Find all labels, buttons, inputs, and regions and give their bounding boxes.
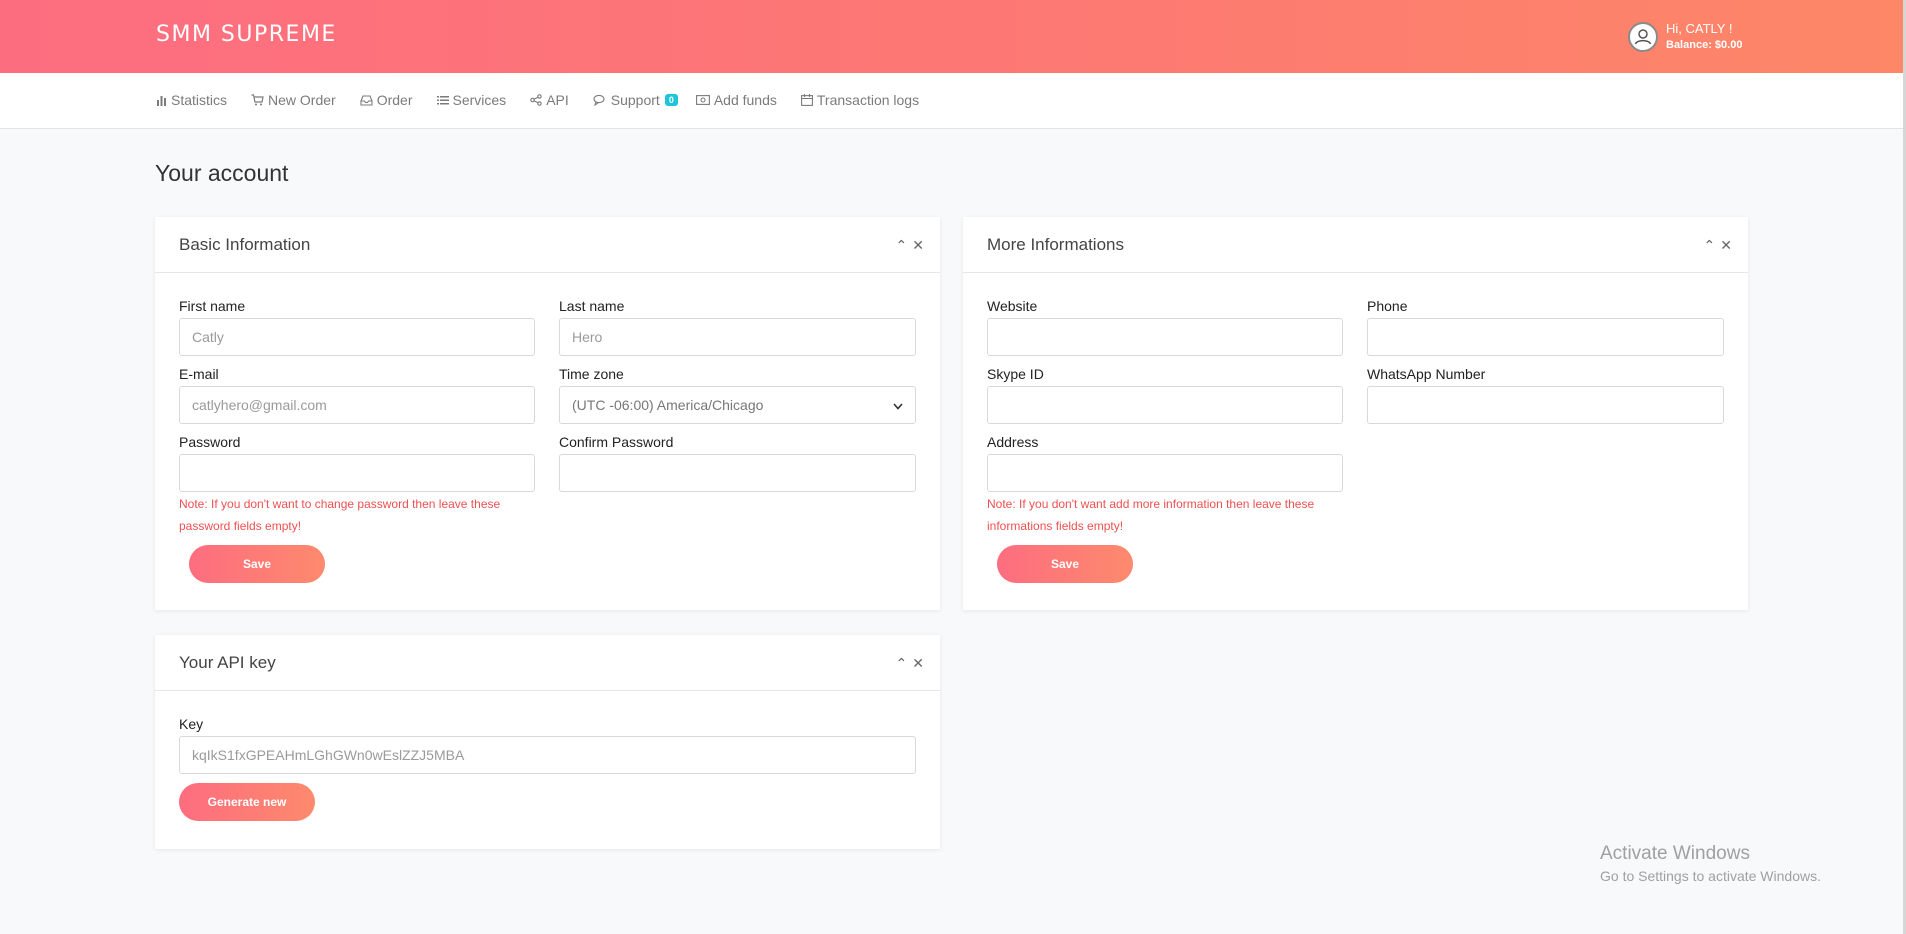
card-header: Your API key ⌃ ✕ bbox=[155, 635, 940, 691]
nav-item-add-funds[interactable]: Add funds bbox=[695, 92, 777, 108]
api-key-input[interactable]: kqIkS1fxGPEAHmLGhGWn0wEslZZJ5MBA bbox=[179, 736, 916, 774]
windows-activation-watermark: Activate Windows Go to Settings to activ… bbox=[1600, 843, 1821, 884]
more-info-note: Note: If you don't want add more informa… bbox=[987, 493, 1314, 537]
note-line: Note: If you don't want to change passwo… bbox=[179, 497, 501, 511]
last-name-label: Last name bbox=[559, 298, 625, 314]
support-badge: 0 bbox=[664, 94, 678, 106]
card-header: Basic Information ⌃ ✕ bbox=[155, 217, 940, 273]
last-name-input[interactable]: Hero bbox=[559, 318, 916, 356]
top-header: SMM SUPREME Hi, CATLY ! Balance: $0.00 bbox=[0, 0, 1903, 73]
close-icon[interactable]: ✕ bbox=[1720, 238, 1732, 252]
inbox-icon bbox=[360, 94, 373, 106]
nav-label: Transaction logs bbox=[816, 92, 920, 108]
email-label: E-mail bbox=[179, 366, 219, 382]
user-greeting: Hi, CATLY ! bbox=[1666, 21, 1733, 36]
address-input[interactable] bbox=[987, 454, 1343, 492]
last-name-value: Hero bbox=[572, 329, 603, 345]
user-info: Hi, CATLY ! Balance: $0.00 bbox=[1666, 20, 1742, 54]
nav-item-services[interactable]: Services bbox=[436, 92, 507, 108]
card-tools: ⌃ ✕ bbox=[1704, 238, 1732, 252]
watermark-title: Activate Windows bbox=[1600, 843, 1750, 864]
watermark-subtitle: Go to Settings to activate Windows. bbox=[1600, 868, 1821, 884]
page-title: Your account bbox=[155, 160, 289, 186]
note-line: password fields empty! bbox=[179, 519, 302, 533]
chevron-down-icon bbox=[893, 397, 903, 413]
website-input[interactable] bbox=[987, 318, 1343, 356]
list-icon bbox=[436, 95, 449, 105]
save-more-button[interactable]: Save bbox=[997, 545, 1133, 583]
cart-icon bbox=[251, 94, 264, 106]
save-basic-button[interactable]: Save bbox=[189, 545, 325, 583]
nav-label: API bbox=[546, 92, 569, 108]
nav-label: Add funds bbox=[713, 92, 777, 108]
brand-logo[interactable]: SMM SUPREME bbox=[156, 22, 337, 47]
api-key-card: Your API key ⌃ ✕ Key kqIkS1fxGPEAHmLGhGW… bbox=[155, 635, 940, 849]
collapse-icon[interactable]: ⌃ bbox=[896, 656, 908, 670]
money-icon bbox=[695, 95, 710, 105]
nav-item-statistics[interactable]: Statistics bbox=[156, 92, 227, 108]
nav-label: Support bbox=[610, 92, 660, 108]
user-menu[interactable]: Hi, CATLY ! Balance: $0.00 bbox=[1628, 20, 1742, 54]
calendar-icon bbox=[800, 94, 813, 106]
phone-input[interactable] bbox=[1367, 318, 1724, 356]
share-icon bbox=[530, 94, 542, 106]
more-info-card: More Informations ⌃ ✕ Website Phone Skyp… bbox=[963, 217, 1748, 610]
skype-input[interactable] bbox=[987, 386, 1343, 424]
card-title: Your API key bbox=[179, 653, 276, 672]
password-label: Password bbox=[179, 434, 241, 450]
confirm-password-input[interactable] bbox=[559, 454, 916, 492]
timezone-label: Time zone bbox=[559, 366, 624, 382]
whatsapp-input[interactable] bbox=[1367, 386, 1724, 424]
api-key-value: kqIkS1fxGPEAHmLGhGWn0wEslZZJ5MBA bbox=[192, 747, 465, 763]
timezone-value: (UTC -06:00) America/Chicago bbox=[572, 397, 764, 413]
website-label: Website bbox=[987, 298, 1038, 314]
card-tools: ⌃ ✕ bbox=[896, 656, 924, 670]
nav-item-support[interactable]: Support 0 bbox=[593, 92, 678, 108]
key-label: Key bbox=[179, 716, 204, 732]
card-header: More Informations ⌃ ✕ bbox=[963, 217, 1748, 273]
whatsapp-label: WhatsApp Number bbox=[1367, 366, 1486, 382]
bar-chart-icon bbox=[156, 95, 167, 106]
nav-label: Services bbox=[452, 92, 507, 108]
nav-item-api[interactable]: API bbox=[530, 92, 569, 108]
basic-info-card: Basic Information ⌃ ✕ First name Catly L… bbox=[155, 217, 940, 610]
user-balance: Balance: $0.00 bbox=[1666, 39, 1743, 51]
nav-item-new-order[interactable]: New Order bbox=[251, 92, 336, 108]
password-input[interactable] bbox=[179, 454, 535, 492]
chat-icon bbox=[593, 94, 607, 106]
close-icon[interactable]: ✕ bbox=[912, 238, 924, 252]
card-tools: ⌃ ✕ bbox=[896, 238, 924, 252]
collapse-icon[interactable]: ⌃ bbox=[1704, 238, 1716, 252]
address-label: Address bbox=[987, 434, 1039, 450]
first-name-value: Catly bbox=[192, 329, 224, 345]
phone-label: Phone bbox=[1367, 298, 1408, 314]
note-line: Note: If you don't want add more informa… bbox=[987, 497, 1315, 511]
confirm-password-label: Confirm Password bbox=[559, 434, 674, 450]
generate-new-button[interactable]: Generate new bbox=[179, 783, 315, 821]
nav-label: Order bbox=[376, 92, 413, 108]
email-value: catlyhero@gmail.com bbox=[192, 397, 327, 413]
nav-label: Statistics bbox=[171, 92, 228, 108]
close-icon[interactable]: ✕ bbox=[912, 656, 924, 670]
nav-item-order[interactable]: Order bbox=[360, 92, 413, 108]
card-title: Basic Information bbox=[179, 235, 311, 254]
first-name-label: First name bbox=[179, 298, 246, 314]
skype-label: Skype ID bbox=[987, 366, 1044, 382]
card-title: More Informations bbox=[987, 235, 1124, 254]
user-avatar-icon[interactable] bbox=[1628, 22, 1658, 52]
timezone-select[interactable]: (UTC -06:00) America/Chicago bbox=[559, 386, 916, 424]
note-line: informations fields empty! bbox=[987, 519, 1124, 533]
main-nav: Statistics New Order Order Services API bbox=[0, 73, 1903, 129]
password-note: Note: If you don't want to change passwo… bbox=[179, 493, 500, 537]
first-name-input[interactable]: Catly bbox=[179, 318, 535, 356]
collapse-icon[interactable]: ⌃ bbox=[896, 238, 908, 252]
nav-item-transaction-logs[interactable]: Transaction logs bbox=[800, 92, 920, 108]
nav-label: New Order bbox=[268, 92, 336, 108]
email-input[interactable]: catlyhero@gmail.com bbox=[179, 386, 535, 424]
